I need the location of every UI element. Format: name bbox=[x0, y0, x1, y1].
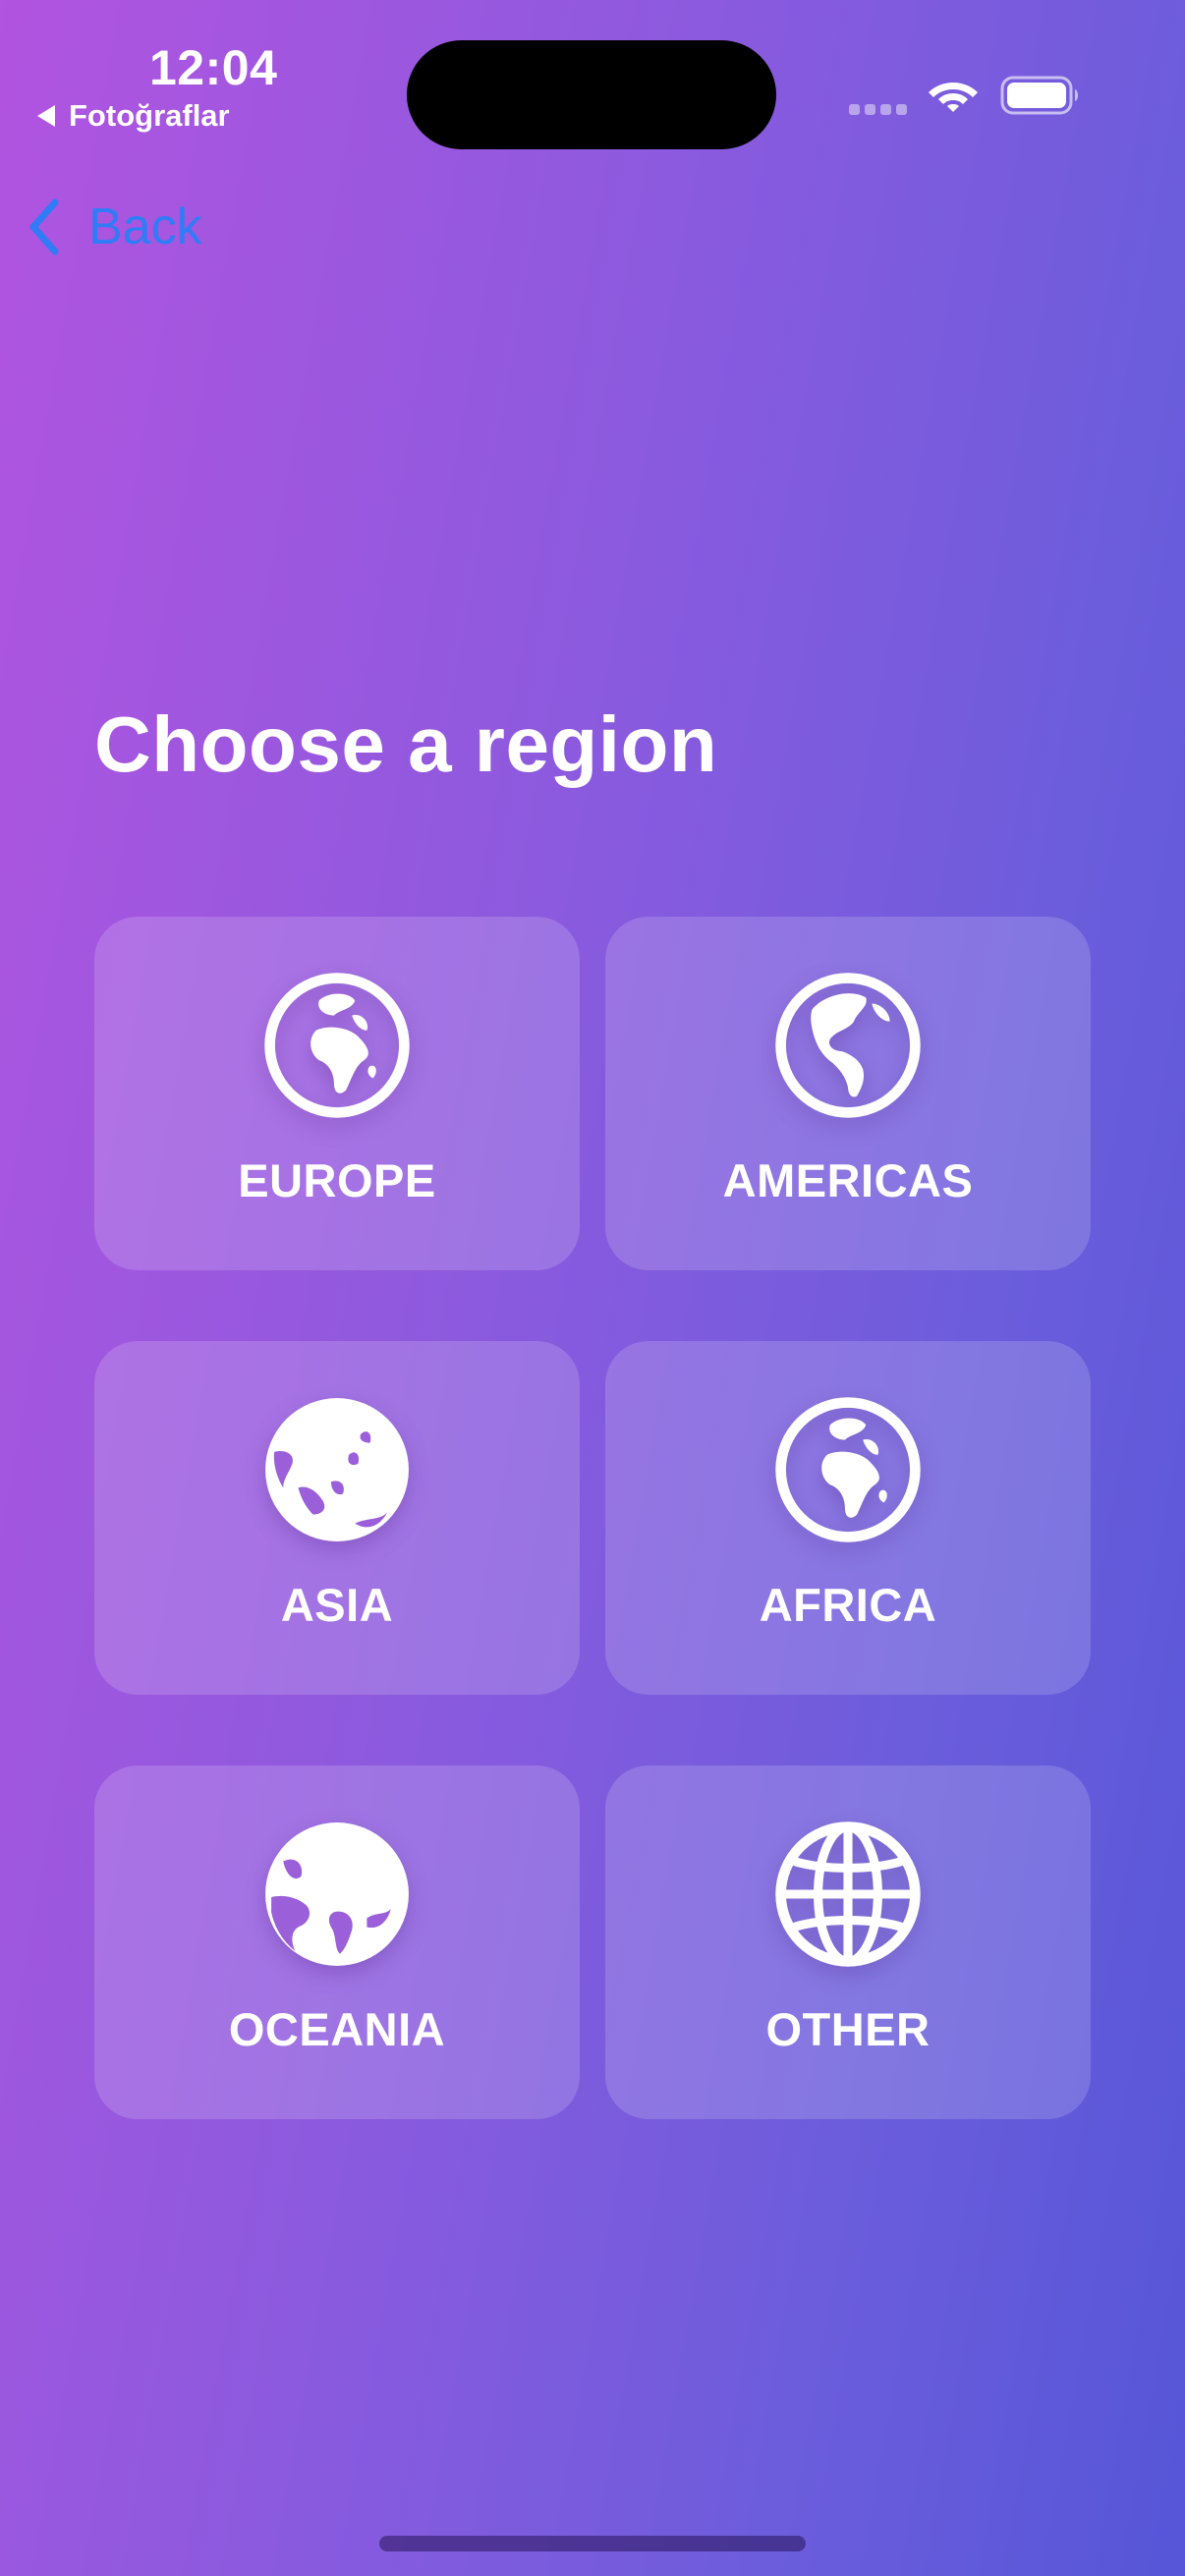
wifi-icon bbox=[929, 83, 978, 112]
back-button-label: Back bbox=[88, 198, 202, 255]
region-tile-americas[interactable]: AMERICAS bbox=[605, 917, 1091, 1270]
region-label: AFRICA bbox=[759, 1579, 937, 1631]
back-to-app-link[interactable]: Fotoğraflar bbox=[37, 98, 230, 134]
region-label: AMERICAS bbox=[722, 1154, 974, 1206]
region-tile-other[interactable]: OTHER bbox=[605, 1765, 1091, 2119]
region-label: OTHER bbox=[765, 2003, 931, 2055]
globe-americas-icon bbox=[773, 971, 923, 1120]
region-tile-europe[interactable]: EUROPE bbox=[94, 917, 580, 1270]
status-bar: 12:04 Fotoğraflar bbox=[0, 0, 1185, 157]
region-grid: EUROPE AMERICAS ASIA AFRICA OCEANIA OTHE… bbox=[94, 917, 1091, 2119]
globe-asia-australia-icon bbox=[262, 1395, 412, 1544]
region-tile-asia[interactable]: ASIA bbox=[94, 1341, 580, 1695]
region-tile-africa[interactable]: AFRICA bbox=[605, 1341, 1091, 1695]
signal-icon bbox=[849, 104, 907, 115]
region-label: OCEANIA bbox=[228, 2003, 446, 2055]
globe-central-south-asia-icon bbox=[262, 1820, 412, 1969]
region-tile-oceania[interactable]: OCEANIA bbox=[94, 1765, 580, 2119]
back-triangle-icon bbox=[37, 105, 55, 127]
page-title: Choose a region bbox=[94, 700, 718, 788]
home-indicator[interactable] bbox=[379, 2536, 806, 2551]
globe-europe-africa-icon bbox=[262, 971, 412, 1120]
status-time: 12:04 bbox=[149, 40, 278, 95]
globe-europe-africa-icon bbox=[773, 1395, 923, 1544]
battery-icon bbox=[1000, 76, 1078, 115]
chevron-left-icon bbox=[29, 198, 59, 255]
region-label: ASIA bbox=[280, 1579, 394, 1631]
globe-icon bbox=[773, 1820, 923, 1969]
region-label: EUROPE bbox=[238, 1154, 436, 1206]
back-button[interactable]: Back bbox=[24, 196, 202, 257]
dynamic-island bbox=[407, 40, 776, 149]
back-to-app-label: Fotoğraflar bbox=[69, 98, 230, 133]
